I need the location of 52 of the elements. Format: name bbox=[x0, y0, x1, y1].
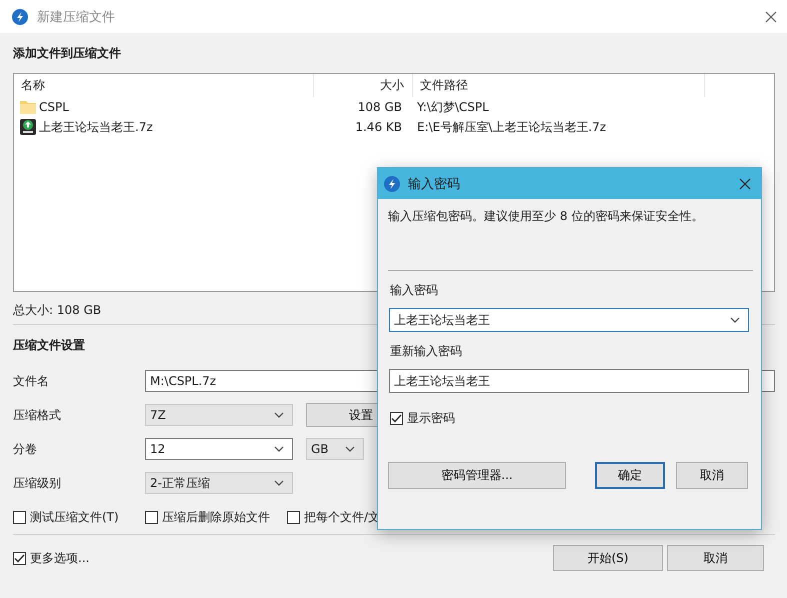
ok-button[interactable]: 确定 bbox=[595, 462, 665, 489]
section-heading: 压缩文件设置 bbox=[13, 337, 85, 354]
password-confirm-field[interactable]: 上老王论坛当老王 bbox=[389, 369, 749, 393]
file-path: E:\E号解压室\上老王论坛当老王.7z bbox=[416, 118, 608, 136]
chevron-icon bbox=[274, 446, 284, 452]
checkbox-label: 测试压缩文件(T) bbox=[30, 508, 119, 526]
dropdown[interactable]: 2-正常压缩 bbox=[145, 472, 293, 494]
field-label: 重新输入密码 bbox=[390, 343, 463, 360]
chevron-icon bbox=[345, 446, 355, 452]
chevron-icon bbox=[274, 480, 284, 486]
checkbox-label: 显示密码 bbox=[407, 410, 455, 427]
password-field[interactable]: 上老王论坛当老王 bbox=[389, 308, 749, 332]
file-size: 1.46 KB bbox=[354, 120, 403, 134]
checkbox-label: 压缩后删除原始文件 bbox=[162, 508, 270, 526]
dialog-description: 输入压缩包密码。建议使用至少 8 位的密码来保证安全性。 bbox=[388, 208, 704, 225]
password-manager-button[interactable]: 密码管理器... bbox=[388, 462, 566, 489]
chevron-icon bbox=[730, 317, 740, 323]
field-label: 压缩级别 bbox=[13, 474, 62, 492]
chevron-icon bbox=[274, 412, 284, 418]
total-size: 总大小: 108 GB bbox=[13, 302, 102, 319]
column-header[interactable]: 大小 bbox=[314, 74, 413, 97]
field-label: 输入密码 bbox=[390, 282, 439, 299]
cancel-button[interactable]: 取消 bbox=[676, 462, 748, 489]
file-name: CSPL bbox=[39, 100, 69, 114]
dropdown[interactable]: 7Z bbox=[145, 404, 293, 426]
app-logo-icon bbox=[12, 8, 28, 24]
dialog-title: 输入密码 bbox=[408, 176, 460, 192]
archive-file-icon bbox=[20, 119, 36, 135]
close-icon[interactable] bbox=[765, 10, 777, 22]
close-icon[interactable] bbox=[739, 178, 751, 190]
checkbox[interactable] bbox=[145, 510, 158, 524]
field-label: 分卷 bbox=[13, 440, 38, 458]
unit-dropdown[interactable]: GB bbox=[306, 438, 364, 460]
file-name: 上老王论坛当老王.7z bbox=[39, 118, 153, 136]
cancel-button[interactable]: 取消 bbox=[667, 545, 764, 571]
file-path: Y:\幻梦\CSPL bbox=[416, 98, 490, 116]
section-heading: 添加文件到压缩文件 bbox=[13, 45, 121, 62]
combo-box[interactable]: 12 bbox=[145, 438, 293, 460]
folder-icon bbox=[20, 100, 36, 114]
checkbox[interactable] bbox=[13, 552, 26, 564]
checkbox[interactable] bbox=[287, 510, 300, 524]
checkbox[interactable] bbox=[390, 412, 403, 425]
window-title: 新建压缩文件 bbox=[37, 8, 115, 26]
app-logo-icon bbox=[384, 176, 400, 192]
column-header[interactable]: 名称 bbox=[14, 74, 314, 97]
checkbox-label: 更多选项... bbox=[30, 550, 90, 566]
column-header[interactable]: 文件路径 bbox=[413, 74, 705, 97]
field-label: 文件名 bbox=[13, 372, 50, 390]
file-size: 108 GB bbox=[356, 100, 403, 114]
field-label: 压缩格式 bbox=[13, 406, 62, 424]
checkbox[interactable] bbox=[13, 510, 26, 524]
start-button[interactable]: 开始(S) bbox=[553, 545, 663, 571]
